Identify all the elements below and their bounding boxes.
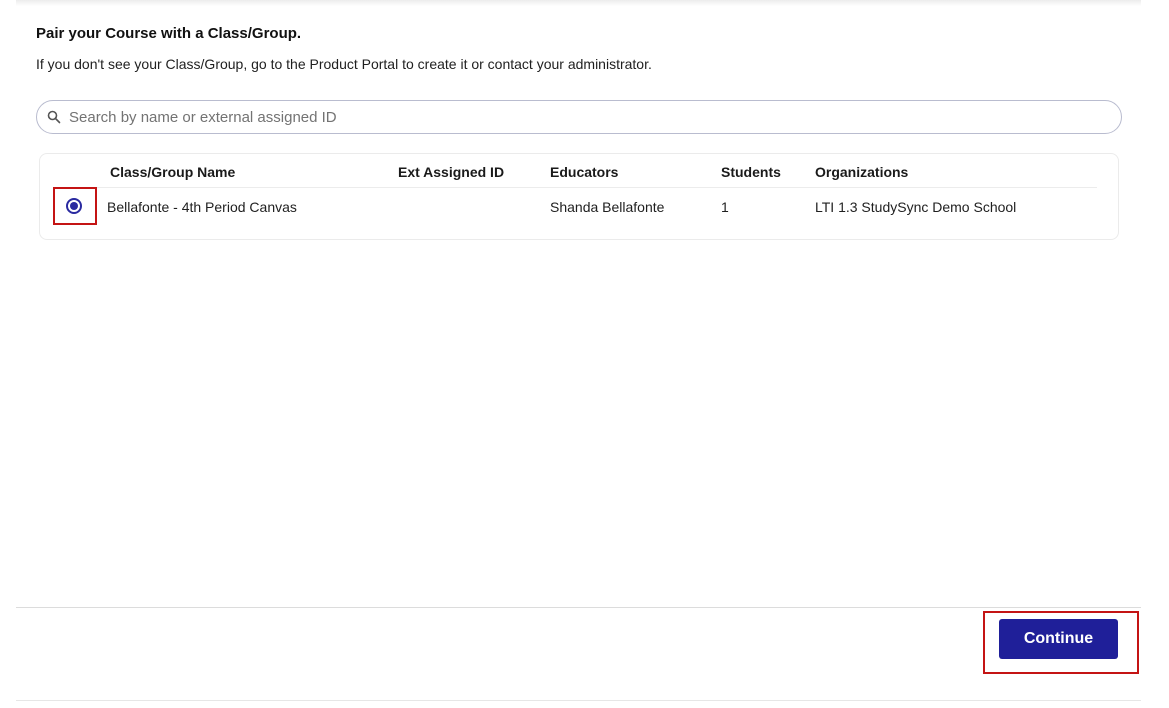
radio-selected-dot: [70, 202, 78, 210]
footer-divider-top: [16, 607, 1141, 608]
column-header-name: Class/Group Name: [110, 164, 236, 180]
footer-divider-bottom: [16, 700, 1141, 701]
class-group-table: Class/Group Name Ext Assigned ID Educato…: [39, 153, 1119, 240]
header-divider: [54, 187, 1097, 188]
continue-button[interactable]: Continue: [999, 619, 1118, 659]
page-instructions: If you don't see your Class/Group, go to…: [36, 56, 652, 72]
row-class-name: Bellafonte - 4th Period Canvas: [107, 199, 297, 215]
row-educators: Shanda Bellafonte: [550, 199, 665, 215]
search-input[interactable]: [69, 101, 1121, 133]
pairing-page: Pair your Course with a Class/Group. If …: [0, 0, 1169, 708]
top-divider: [16, 0, 1141, 6]
column-header-students: Students: [721, 164, 781, 180]
column-header-educators: Educators: [550, 164, 619, 180]
search-bar[interactable]: [36, 100, 1122, 134]
search-icon: [47, 110, 61, 124]
column-header-organizations: Organizations: [815, 164, 909, 180]
row-organizations: LTI 1.3 StudySync Demo School: [815, 199, 1017, 215]
column-header-ext-id: Ext Assigned ID: [398, 164, 505, 180]
row-students: 1: [721, 199, 729, 215]
row-select-radio[interactable]: [66, 198, 82, 214]
page-title: Pair your Course with a Class/Group.: [36, 25, 302, 42]
